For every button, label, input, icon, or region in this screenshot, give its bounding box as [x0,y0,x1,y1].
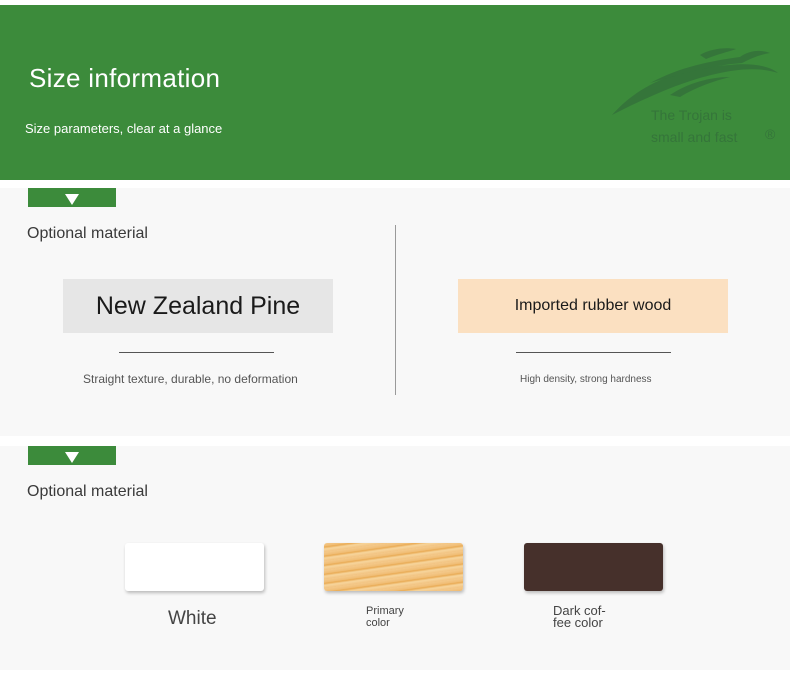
page-subtitle: Size parameters, clear at a glance [25,121,223,136]
material-name-pine: New Zealand Pine [63,279,333,333]
section-tab [28,188,116,207]
material-desc-rubber: High density, strong hardness [520,374,652,385]
header-banner: Size information Size parameters, clear … [0,5,790,180]
material-desc-pine: Straight texture, durable, no deformatio… [83,372,298,386]
underline [516,352,671,353]
logo-text: The Trojan is small and fast [651,107,738,145]
section-label: Optional material [27,483,148,500]
white-swatch [125,543,264,591]
down-arrow-icon [65,194,79,205]
swatch-label-white: White [168,608,217,629]
material-section: Optional material New Zealand Pine Strai… [0,188,790,436]
registered-mark: ® [765,126,776,142]
material-name-rubber: Imported rubber wood [458,279,728,333]
vertical-divider [395,225,396,395]
section-tab [28,446,116,465]
primary-color-swatch [324,543,463,591]
swatch-label-primary: Primary color [366,605,404,629]
down-arrow-icon [65,452,79,463]
section-label: Optional material [27,225,148,242]
page-title: Size information [29,63,221,93]
dark-coffee-swatch [524,543,663,591]
underline [119,352,274,353]
color-section: Optional material White Primary color Da… [0,446,790,670]
swatch-label-dark: Dark cof- fee color [553,603,606,630]
